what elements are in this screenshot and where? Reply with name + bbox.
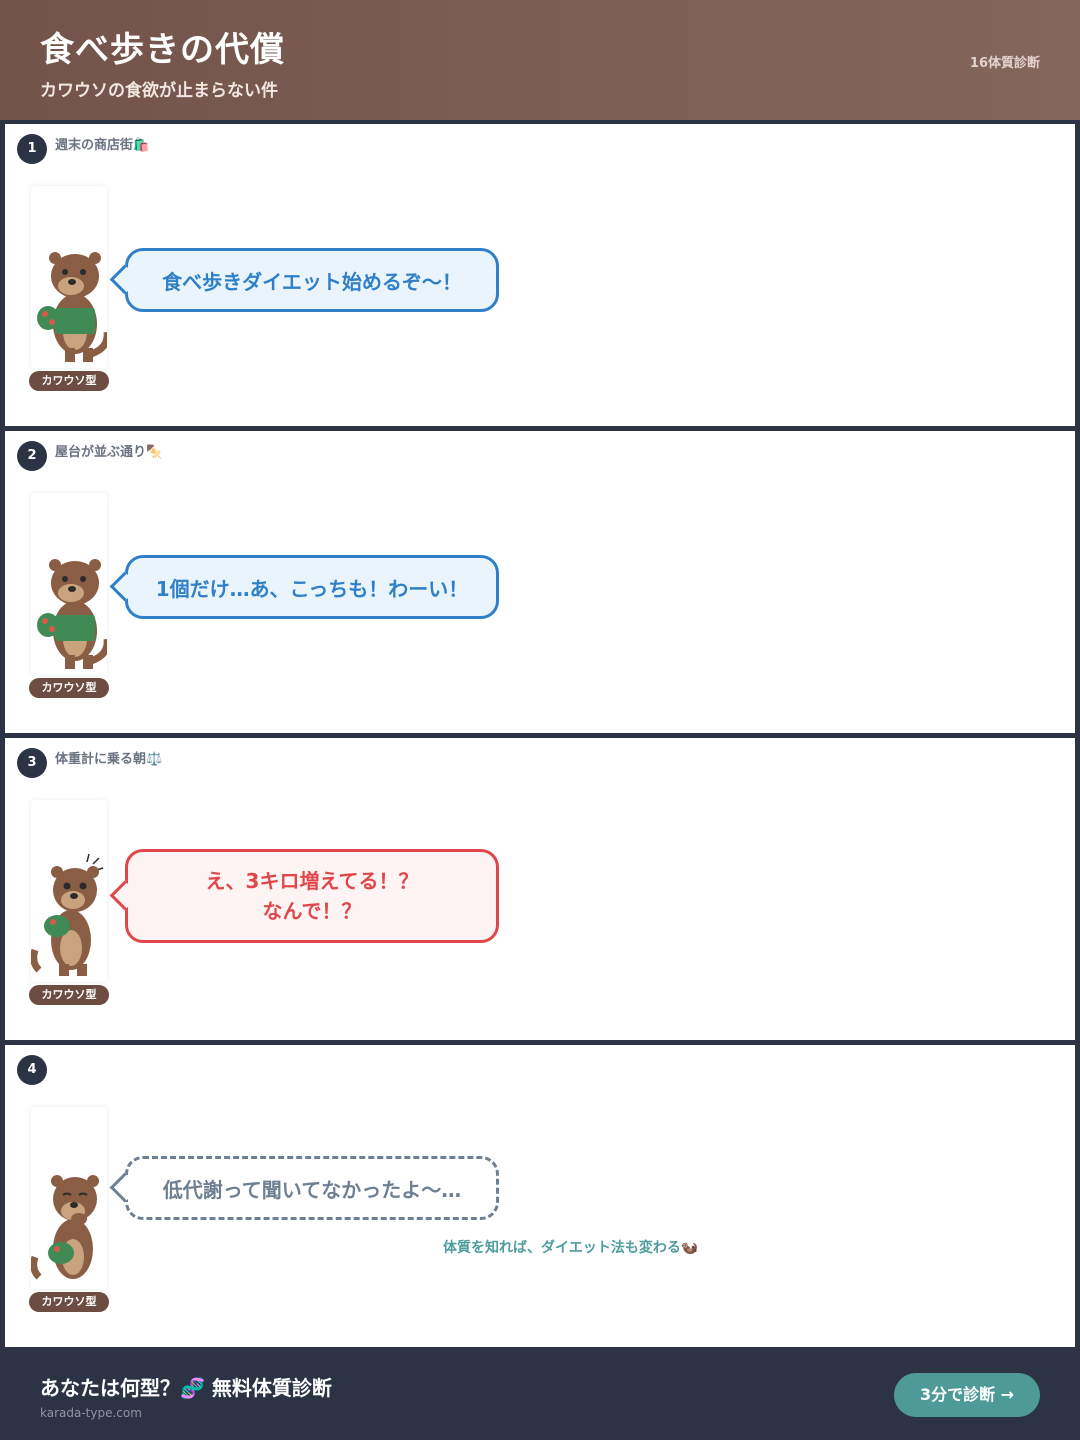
panel-caption: 週末の商店街🛍️ [55,138,150,153]
comic-panel-3: 3 体重計に乗る朝⚖️ カワウソ型 え、3キロ増えてる！？ なんで！？ [5,738,1075,1040]
character-type-tag: カワウソ型 [29,678,109,698]
speech-bubble: 1個だけ…あ、こっちも！わーい！ [125,555,499,619]
comic-panel-4: 4 カワウソ型 低代謝って聞いてなかったよ〜… 体質を知れば、ダイエット法も変わ… [5,1045,1075,1347]
otter-character-icon [37,559,107,669]
character-type-tag: カワウソ型 [29,985,109,1005]
panel-caption: 体重計に乗る朝⚖️ [55,752,163,767]
thought-bubble: 低代謝って聞いてなかったよ〜… [125,1156,499,1220]
panel-number-badge: 4 [17,1055,47,1085]
brand-label: 16体質診断 [969,56,1040,71]
page-title: 食べ歩きの代償 [40,30,285,70]
comic-panel-2: 2 屋台が並ぶ通り🍢 カワウソ型 1個だけ…あ、こっちも！わーい！ [5,431,1075,733]
header-banner: 食べ歩きの代償 カワウソの食欲が止まらない件 16体質診断 [0,0,1080,120]
otter-character-card [31,1107,107,1289]
cta-headline: あなたは何型？🧬 無料体質診断 [40,1376,332,1400]
otter-character-card [31,493,107,675]
panel-tagline: 体質を知れば、ダイエット法も変わる🦦 [443,1240,699,1256]
site-url[interactable]: karada-type.com [40,1406,142,1420]
otter-character-icon [37,252,107,362]
character-type-tag: カワウソ型 [29,371,109,391]
footer-cta-bar: あなたは何型？🧬 無料体質診断 karada-type.com 3分で診断 → [0,1346,1080,1440]
panel-number-badge: 3 [17,748,47,778]
otter-character-icon [31,1175,99,1280]
start-diagnosis-button[interactable]: 3分で診断 → [894,1373,1040,1417]
otter-character-card [31,800,107,982]
character-type-tag: カワウソ型 [29,1292,109,1312]
speech-bubble: 食べ歩きダイエット始めるぞ〜！ [125,248,499,312]
speech-bubble-alarm: え、3キロ増えてる！？ なんで！？ [125,849,499,943]
comic-panel-1: 1 週末の商店街🛍️ カワウソ型 食べ歩きダイエット始めるぞ〜！ [5,124,1075,426]
otter-character-icon [31,853,104,976]
otter-character-card [31,186,107,368]
panel-number-badge: 1 [17,134,47,164]
page-subtitle: カワウソの食欲が止まらない件 [40,81,278,101]
panel-caption: 屋台が並ぶ通り🍢 [55,445,163,460]
panel-number-badge: 2 [17,441,47,471]
